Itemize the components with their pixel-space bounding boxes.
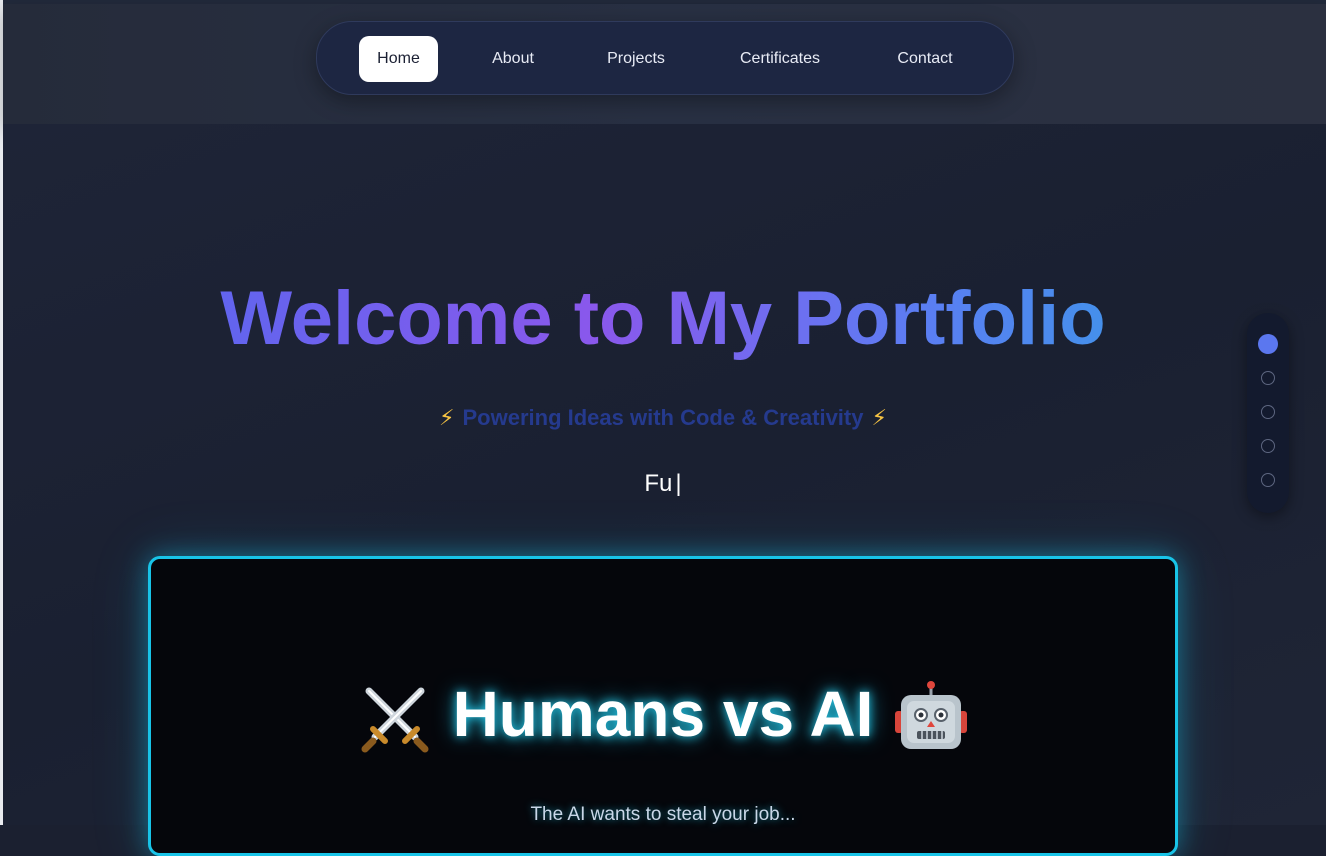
section-dot-3[interactable] <box>1261 405 1275 419</box>
hero-title: Welcome to My Portfolio <box>0 275 1326 362</box>
typing-cursor: | <box>675 470 682 497</box>
crossed-swords-icon <box>361 687 429 753</box>
site-header: Home About Projects Certificates Contact <box>3 4 1326 124</box>
main-navigation: Home About Projects Certificates Contact <box>316 21 1014 95</box>
nav-contact[interactable]: Contact <box>875 36 975 82</box>
game-title-text: Humans vs AI <box>452 678 874 750</box>
section-dot-4[interactable] <box>1261 439 1275 453</box>
game-title: Humans vs AI <box>151 677 1175 759</box>
lightning-bolt-icon: ⚡ <box>439 405 455 430</box>
nav-about[interactable]: About <box>469 36 557 82</box>
hero-subtitle: ⚡ Powering Ideas with Code & Creativity ⚡ <box>0 405 1326 431</box>
section-dot-2[interactable] <box>1261 371 1275 385</box>
typewriter-text: Fu | <box>0 470 1326 498</box>
humans-vs-ai-card: Humans vs AI The AI wants to steal your … <box>148 556 1178 856</box>
nav-home[interactable]: Home <box>359 36 438 82</box>
hero-subtitle-text: Powering Ideas with Code & Creativity <box>462 405 864 430</box>
robot-face-icon <box>895 681 968 750</box>
typed-text: Fu <box>644 470 673 497</box>
section-dot-navigation <box>1247 313 1289 513</box>
lightning-bolt-icon: ⚡ <box>871 405 887 430</box>
section-dot-1[interactable] <box>1258 334 1278 354</box>
section-dot-5[interactable] <box>1261 473 1275 487</box>
game-subtitle: The AI wants to steal your job... <box>530 804 796 825</box>
nav-projects[interactable]: Projects <box>587 36 685 82</box>
nav-certificates[interactable]: Certificates <box>714 36 846 82</box>
